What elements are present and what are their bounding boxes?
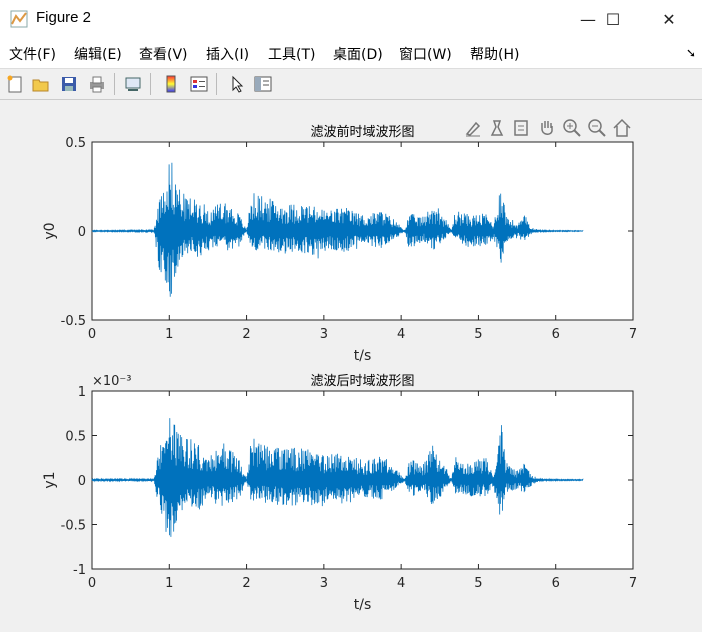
menu-window[interactable]: 窗口(W)	[399, 44, 452, 64]
legend-icon[interactable]	[188, 73, 210, 95]
close-button[interactable]: ✕	[646, 0, 692, 38]
y-tick-label: 0.5	[65, 430, 86, 445]
open-file-icon[interactable]	[30, 73, 52, 95]
maximize-icon: ☐	[605, 9, 621, 29]
x-tick-label: 5	[474, 576, 482, 591]
x-axis-label: t/s	[354, 597, 372, 613]
y-tick-label: 0	[78, 225, 86, 240]
colorbar-icon[interactable]	[160, 73, 182, 95]
save-icon[interactable]	[58, 73, 80, 95]
x-tick-label: 6	[552, 327, 560, 342]
x-tick-label: 2	[242, 327, 250, 342]
x-tick-label: 6	[552, 576, 560, 591]
x-tick-label: 7	[629, 327, 637, 342]
chart-title: 滤波前时域波形图	[310, 124, 414, 140]
menu-edit[interactable]: 编辑(E)	[74, 44, 122, 64]
x-tick-label: 4	[397, 576, 405, 591]
window-titlebar: Figure 2 — ☐ ✕	[0, 0, 702, 38]
toolbar-separator	[114, 73, 115, 95]
figure-canvas: 0 1 2 3 4 5 6 7 -0.5 0 0.5 滤波前时域波形图 t/s y0 0 1 2 3 4 5 6 7 -1-…	[0, 99, 702, 628]
property-inspector-icon[interactable]	[252, 73, 274, 95]
x-tick-label: 1	[165, 576, 173, 591]
x-tick-label: 2	[242, 576, 250, 591]
x-tick-label: 3	[320, 576, 328, 591]
y-axis-label: y1	[42, 471, 58, 488]
new-figure-icon[interactable]	[4, 73, 26, 95]
y-tick-label: 0.5	[65, 136, 86, 151]
y-tick-label: -0.5	[61, 314, 86, 329]
x-tick-label: 5	[474, 327, 482, 342]
close-icon: ✕	[662, 9, 676, 29]
toolbar-separator	[150, 73, 151, 95]
print-icon[interactable]	[86, 73, 108, 95]
menu-help[interactable]: 帮助(H)	[470, 44, 519, 64]
menu-tools[interactable]: 工具(T)	[268, 44, 315, 64]
chart-title: 滤波后时域波形图	[310, 374, 414, 389]
menu-bar: 文件(F) 编辑(E) 查看(V) 插入(I) 工具(T) 桌面(D) 窗口(W…	[0, 38, 702, 68]
menu-file[interactable]: 文件(F)	[9, 44, 56, 64]
y-tick-label: -0.5	[61, 519, 86, 534]
menu-insert[interactable]: 插入(I)	[206, 44, 249, 64]
pointer-icon[interactable]	[226, 73, 248, 95]
x-tick-label: 0	[88, 327, 96, 342]
y-axis-exponent: ×10⁻³	[92, 374, 132, 389]
y-tick-label: 1	[78, 385, 86, 400]
link-plot-icon[interactable]	[122, 73, 144, 95]
x-tick-label: 1	[165, 327, 173, 342]
x-tick-label: 0	[88, 576, 96, 591]
window-title: Figure 2	[36, 9, 92, 26]
y-tick-label: 0	[78, 474, 86, 489]
x-tick-label: 3	[320, 327, 328, 342]
x-tick-label: 4	[397, 327, 405, 342]
matlab-figure-icon	[10, 10, 28, 28]
toolbar-separator	[216, 73, 217, 95]
maximize-button[interactable]: ☐	[590, 0, 636, 38]
menu-view[interactable]: 查看(V)	[139, 44, 188, 64]
x-axis-label: t/s	[354, 348, 372, 364]
plots-svg: 0 1 2 3 4 5 6 7-0.500.5滤波前时域波形图t/sy00 1 2 3 4 5 6 7-1-…	[42, 124, 637, 613]
dock-arrow-icon[interactable]: ➘	[686, 46, 696, 60]
figure-toolbar	[0, 68, 702, 100]
x-tick-label: 7	[629, 576, 637, 591]
y-axis-label: y0	[42, 222, 58, 239]
menu-desktop[interactable]: 桌面(D)	[333, 44, 383, 64]
y-tick-label: -1	[73, 563, 86, 578]
